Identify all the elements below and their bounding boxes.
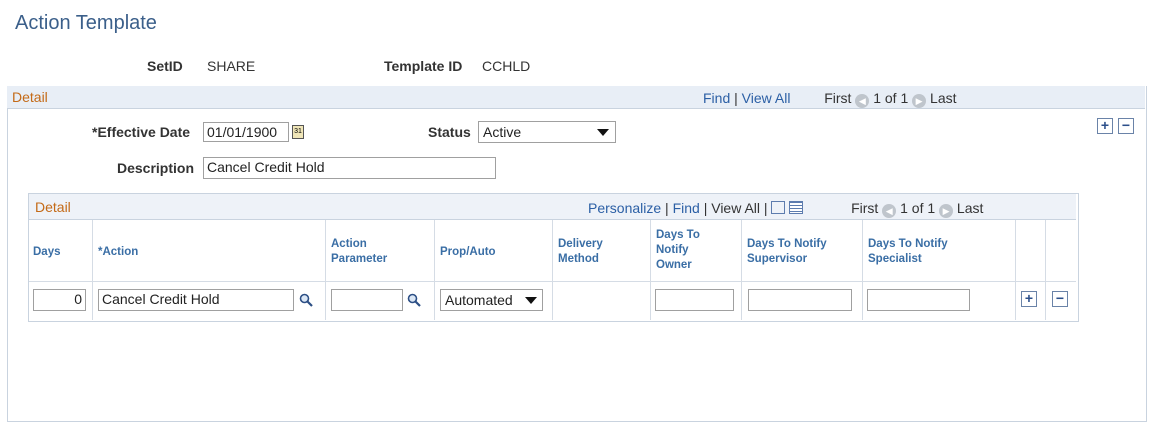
chevron-down-icon bbox=[597, 129, 609, 136]
effective-date-field[interactable]: 01/01/1900 bbox=[203, 122, 289, 142]
grid-row-count: 1 of 1 bbox=[900, 200, 936, 216]
add-row-button[interactable]: + bbox=[1097, 118, 1113, 134]
grid-find-link[interactable]: Find bbox=[673, 200, 700, 216]
column-divider bbox=[1015, 220, 1016, 320]
column-divider bbox=[1045, 220, 1046, 320]
column-divider bbox=[650, 220, 651, 320]
template-id-value: CCHLD bbox=[482, 58, 531, 74]
column-divider bbox=[92, 220, 93, 320]
description-field[interactable]: Cancel Credit Hold bbox=[203, 157, 496, 179]
grid-view-all-link[interactable]: View All bbox=[711, 200, 760, 216]
last-label: Last bbox=[930, 90, 957, 106]
delete-row-button[interactable]: − bbox=[1118, 118, 1134, 134]
status-selected-value: Active bbox=[483, 124, 522, 140]
template-id-label: Template ID bbox=[384, 58, 463, 74]
column-divider bbox=[325, 220, 326, 320]
column-divider bbox=[741, 220, 742, 320]
calendar-icon[interactable]: 31 bbox=[292, 125, 304, 139]
column-header-delivery-method: Delivery Method bbox=[558, 238, 603, 265]
chevron-down-icon bbox=[525, 297, 537, 304]
grid-header-title: Detail bbox=[35, 199, 71, 215]
column-header-prop-auto: Prop/Auto bbox=[440, 246, 496, 258]
column-header-days-to-notify-supervisor: Days To Notify Supervisor bbox=[747, 238, 827, 265]
setid-label: SetID bbox=[147, 58, 183, 74]
page-title: Action Template bbox=[15, 12, 157, 34]
previous-row-icon[interactable]: ◀ bbox=[855, 94, 870, 108]
column-divider bbox=[434, 220, 435, 320]
column-header-days-to-notify-specialist: Days To Notify Specialist bbox=[868, 238, 948, 265]
prop-auto-dropdown[interactable]: Automated bbox=[440, 289, 543, 311]
status-label: Status bbox=[428, 124, 471, 140]
grid-last-label: Last bbox=[956, 200, 984, 216]
action-field[interactable]: Cancel Credit Hold bbox=[98, 289, 294, 311]
zoom-grid-icon[interactable] bbox=[771, 201, 786, 214]
view-all-link[interactable]: View All bbox=[742, 90, 791, 106]
column-divider bbox=[552, 220, 553, 320]
prop-auto-selected-value: Automated bbox=[445, 292, 513, 308]
separator: | bbox=[665, 200, 669, 216]
row-count: 1 of 1 bbox=[873, 90, 909, 106]
column-header-days: Days bbox=[33, 246, 61, 258]
days-to-notify-supervisor-field[interactable] bbox=[748, 289, 852, 311]
action-parameter-field[interactable] bbox=[331, 289, 403, 311]
days-to-notify-owner-field[interactable] bbox=[655, 289, 734, 311]
setid-value: SHARE bbox=[207, 58, 256, 74]
column-header-days-to-notify-owner: Days To Notify Owner bbox=[656, 229, 700, 271]
column-header-action-parameter: Action Parameter bbox=[331, 238, 388, 265]
grid-navigation: Personalize | Find | View All | First ◀ … bbox=[588, 200, 983, 218]
grid-previous-icon[interactable]: ◀ bbox=[882, 204, 897, 218]
grid-add-row-button[interactable]: + bbox=[1021, 291, 1037, 307]
find-link[interactable]: Find bbox=[703, 90, 730, 106]
days-to-notify-specialist-field[interactable] bbox=[867, 289, 970, 311]
description-label: Description bbox=[117, 160, 195, 176]
days-field[interactable]: 0 bbox=[33, 289, 86, 311]
column-divider bbox=[862, 220, 863, 320]
grid-delete-row-button[interactable]: − bbox=[1052, 291, 1068, 307]
detail-header-bar bbox=[7, 86, 1145, 109]
effective-date-label: *Effective Date bbox=[92, 124, 191, 140]
detail-header-title: Detail bbox=[12, 89, 48, 105]
next-row-icon[interactable]: ▶ bbox=[912, 94, 927, 108]
separator: | bbox=[763, 200, 768, 216]
download-grid-icon[interactable] bbox=[789, 201, 804, 214]
status-dropdown[interactable]: Active bbox=[478, 121, 616, 143]
first-label: First bbox=[824, 90, 852, 106]
parameter-lookup-search-icon[interactable] bbox=[407, 293, 421, 307]
action-lookup-search-icon[interactable] bbox=[299, 293, 313, 307]
detail-navigation: Find | View All First ◀ 1 of 1 ▶ Last bbox=[703, 90, 957, 108]
personalize-link[interactable]: Personalize bbox=[588, 200, 661, 216]
grid-next-icon[interactable]: ▶ bbox=[939, 204, 954, 218]
column-header-action: *Action bbox=[98, 246, 139, 258]
separator: | bbox=[703, 200, 708, 216]
separator: | bbox=[734, 90, 738, 106]
grid-first-label: First bbox=[851, 200, 879, 216]
